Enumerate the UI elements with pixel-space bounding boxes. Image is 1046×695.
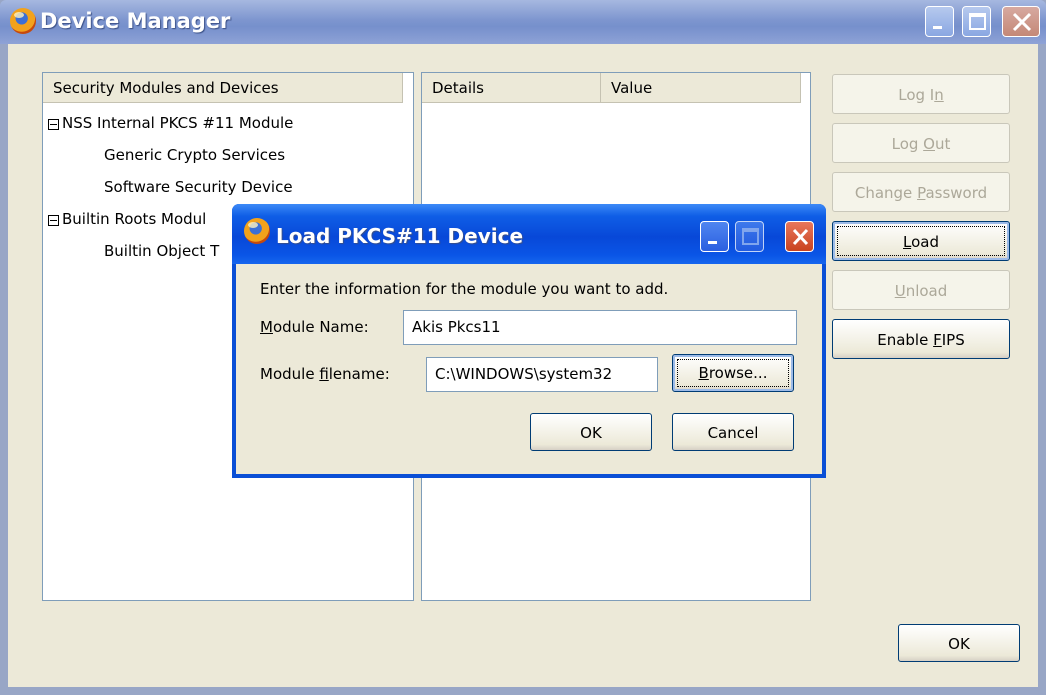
load-button[interactable]: Load [832,221,1010,261]
tree-item-generic-crypto[interactable]: Generic Crypto Services [104,146,285,164]
tree-item-software-security[interactable]: Software Security Device [104,178,293,196]
log-in-label: Log I [898,86,935,104]
maximize-icon [969,13,986,30]
close-icon [792,228,809,246]
tree-item-builtin-roots[interactable]: Builtin Roots Modul [62,210,206,228]
browse-button[interactable]: Browse... [672,354,794,392]
main-ok-button[interactable]: OK [898,624,1020,662]
load-label-rest: oad [911,233,939,251]
dialog-ok-button[interactable]: OK [530,413,652,451]
modules-column-header[interactable]: Security Modules and Devices [43,73,403,103]
close-button[interactable] [1002,6,1040,37]
enable-fips-access-key: F [933,331,942,349]
module-name-access-key: M [260,318,273,336]
collapse-icon[interactable] [48,119,59,130]
close-icon [1012,12,1032,32]
module-filename-label-text: Module [260,365,320,383]
collapse-icon[interactable] [48,215,59,226]
main-window-title: Device Manager [40,9,231,33]
main-title-bar[interactable]: Device Manager [0,0,1046,44]
enable-fips-button[interactable]: Enable FIPS [832,319,1010,359]
module-name-label-rest: odule Name: [272,318,369,336]
log-in-access-key: n [934,86,944,104]
unload-label-rest: nload [905,282,948,300]
minimize-icon [708,241,717,244]
unload-access-key: U [894,282,906,300]
change-password-label-rest: assword [925,184,988,202]
minimize-icon [933,26,942,29]
log-out-label-rest: ut [934,135,951,153]
minimize-button[interactable] [925,6,954,37]
load-pkcs11-dialog: Load PKCS#11 Device Enter the informatio… [232,204,826,478]
dialog-cancel-button[interactable]: Cancel [672,413,794,451]
module-name-field[interactable]: Akis Pkcs11 [403,310,797,345]
tree-item-nss-internal[interactable]: NSS Internal PKCS #11 Module [62,114,293,132]
module-filename-access-key: f [319,365,329,383]
value-column-header[interactable]: Value [601,73,801,103]
dialog-client-area: Enter the information for the module you… [236,264,822,474]
dialog-maximize-button[interactable] [735,221,764,252]
change-password-label: Change [854,184,918,202]
change-password-button[interactable]: Change Password [832,172,1010,212]
details-column-header[interactable]: Details [422,73,601,103]
unload-button[interactable]: Unload [832,270,1010,310]
module-filename-label: Module filename: [260,365,390,383]
log-in-button[interactable]: Log In [832,74,1010,114]
module-filename-field[interactable]: C:\WINDOWS\system32 [426,357,658,392]
log-out-button[interactable]: Log Out [832,123,1010,163]
enable-fips-label-rest: IPS [941,331,965,349]
module-filename-label-rest: ilename: [328,365,390,383]
dialog-minimize-button[interactable] [700,221,729,252]
log-out-label: Log [891,135,924,153]
log-out-access-key: O [923,135,935,153]
maximize-icon [742,228,759,245]
firefox-app-icon [244,218,270,244]
enable-fips-label: Enable [877,331,934,349]
dialog-title: Load PKCS#11 Device [276,224,524,248]
firefox-app-icon [10,8,36,34]
dialog-instruction: Enter the information for the module you… [260,280,669,298]
browse-label-rest: rowse... [708,364,768,382]
dialog-close-button[interactable] [785,221,814,252]
module-name-label: Module Name: [260,318,369,336]
tree-item-builtin-object[interactable]: Builtin Object T [104,242,219,260]
dialog-title-bar[interactable]: Load PKCS#11 Device [232,204,826,264]
maximize-button[interactable] [962,6,991,37]
